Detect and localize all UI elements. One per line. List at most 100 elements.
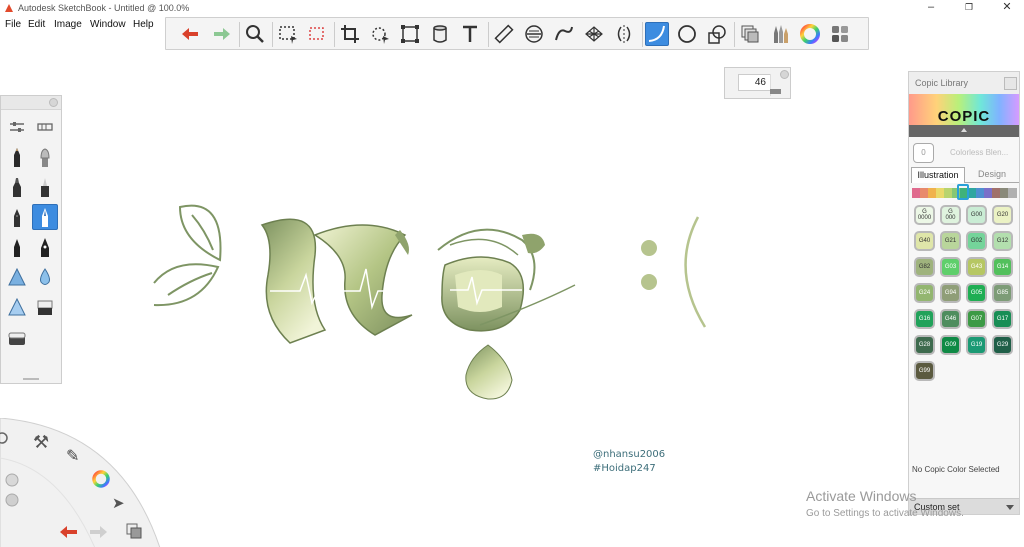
copic-swatch[interactable]: G94 [940, 283, 961, 303]
chevron-down-icon[interactable] [1006, 505, 1014, 510]
layers-icon[interactable] [125, 522, 145, 542]
color-wheel-icon[interactable] [798, 22, 822, 46]
tools-icon[interactable]: ⚒ [33, 432, 49, 453]
fill-icon[interactable] [428, 22, 452, 46]
sketchbook-app-icon [5, 4, 13, 12]
redo-icon[interactable] [210, 22, 234, 46]
copic-swatch[interactable]: G07 [966, 309, 987, 329]
lasso-select-icon[interactable] [305, 22, 329, 46]
copic-swatch[interactable]: G05 [966, 283, 987, 303]
menu-image[interactable]: Image [54, 19, 82, 30]
blur-icon[interactable] [32, 264, 58, 290]
copic-swatch[interactable]: G43 [966, 257, 987, 277]
text-icon[interactable] [458, 22, 482, 46]
line-icon[interactable] [645, 22, 669, 46]
ballpoint-icon[interactable] [4, 204, 30, 230]
transform-icon[interactable] [368, 22, 392, 46]
copic-swatch[interactable]: G02 [966, 231, 987, 251]
activate-windows-hint: Go to Settings to activate Windows. [806, 508, 964, 519]
copic-header[interactable]: Copic Library [909, 72, 1019, 94]
color-family-selector[interactable] [957, 184, 969, 200]
collapse-arrow-icon[interactable] [961, 128, 967, 132]
copic-library-panel: Copic Library COPIC 0 Colorless Blen... … [908, 71, 1020, 515]
menu-help[interactable]: Help [133, 19, 154, 30]
undo-icon[interactable] [178, 22, 202, 46]
pencil-icon[interactable] [4, 144, 30, 170]
symmetry-icon[interactable] [612, 22, 636, 46]
canvas-artwork [153, 204, 707, 400]
copic-swatch[interactable]: G85 [992, 283, 1013, 303]
close-button[interactable]: ✕ [990, 0, 1024, 17]
brush-size-thumb[interactable] [770, 89, 781, 94]
copic-close-icon[interactable] [1004, 77, 1017, 90]
copic-swatch[interactable]: G99 [914, 361, 935, 381]
tab-design[interactable]: Design [965, 167, 1019, 183]
ruler-icon[interactable] [492, 22, 516, 46]
copic-swatch[interactable]: G82 [914, 257, 935, 277]
perspective-icon[interactable] [582, 22, 606, 46]
copic-swatch[interactable]: G 000 [940, 205, 961, 225]
minimize-button[interactable]: – [914, 0, 948, 17]
brush-palette-grip[interactable] [23, 378, 39, 380]
rect-select-icon[interactable] [276, 22, 300, 46]
menu-file[interactable]: File [5, 19, 21, 30]
copic-swatch[interactable]: G16 [914, 309, 935, 329]
copic-swatch[interactable]: G28 [914, 335, 935, 355]
copic-swatch[interactable]: G14 [992, 257, 1013, 277]
crop-icon[interactable] [338, 22, 362, 46]
inking-pen-icon[interactable] [4, 234, 30, 260]
fine-pen-icon[interactable] [32, 204, 58, 230]
brush-view-icon[interactable] [32, 114, 58, 140]
layers-icon[interactable] [738, 22, 762, 46]
brush-size-field[interactable]: 46 [738, 74, 771, 91]
marker-icon[interactable] [4, 174, 30, 200]
brush-library-icon[interactable] [768, 22, 792, 46]
tab-illustration[interactable]: Illustration [911, 167, 965, 183]
menu-edit[interactable]: Edit [28, 19, 45, 30]
smear-icon[interactable] [4, 264, 30, 290]
select-arrow-icon[interactable]: ➤ [112, 494, 125, 512]
brush-icon[interactable]: ✎ [66, 446, 79, 466]
copic-swatch[interactable]: G03 [940, 257, 961, 277]
undo-icon[interactable] [58, 523, 80, 541]
eraser-icon[interactable] [32, 294, 58, 320]
distort-icon[interactable] [398, 22, 422, 46]
french-curve-icon[interactable] [552, 22, 576, 46]
palette-icon[interactable] [828, 22, 852, 46]
shape-icon[interactable] [705, 22, 729, 46]
copic-swatch[interactable]: G09 [940, 335, 961, 355]
copic-swatch[interactable]: G00 [966, 205, 987, 225]
hard-eraser-icon[interactable] [4, 326, 30, 352]
restore-button[interactable]: ❐ [952, 0, 986, 17]
copic-swatch[interactable]: G19 [966, 335, 987, 355]
menu-window[interactable]: Window [90, 19, 126, 30]
brush-palette-close-icon[interactable] [49, 98, 58, 107]
copic-title: Copic Library [915, 78, 969, 88]
selection-status: No Copic Color Selected [912, 465, 1000, 474]
calligraphy-pen-icon[interactable] [32, 234, 58, 260]
brush-settings-icon[interactable] [4, 114, 30, 140]
zoom-icon[interactable] [243, 22, 267, 46]
activate-windows-title: Activate Windows [806, 488, 917, 504]
chisel-marker-icon[interactable] [32, 174, 58, 200]
color-family-chip[interactable] [1008, 188, 1017, 198]
ellipse-guide-icon[interactable] [522, 22, 546, 46]
copic-swatch[interactable]: G46 [940, 309, 961, 329]
copic-swatch[interactable]: G 0000 [914, 205, 935, 225]
brush-size-close-icon[interactable] [780, 70, 789, 79]
copic-swatch[interactable]: G20 [992, 205, 1013, 225]
copic-swatch[interactable]: G40 [914, 231, 935, 251]
credit-username: @nhansu2006 [593, 449, 666, 460]
airbrush-icon[interactable] [32, 144, 58, 170]
copic-swatch[interactable]: G21 [940, 231, 961, 251]
triangle-brush-icon[interactable] [4, 294, 30, 320]
sketchbook-window: Autodesk SketchBook - Untitled @ 100.0% … [0, 0, 1024, 547]
redo-icon[interactable] [87, 523, 109, 541]
copic-swatch[interactable]: G12 [992, 231, 1013, 251]
current-color-swatch[interactable]: 0 [913, 143, 934, 163]
ellipse-icon[interactable] [675, 22, 699, 46]
copic-swatch[interactable]: G17 [992, 309, 1013, 329]
copic-swatch[interactable]: G29 [992, 335, 1013, 355]
color-wheel-icon[interactable] [91, 469, 111, 489]
copic-swatch[interactable]: G24 [914, 283, 935, 303]
